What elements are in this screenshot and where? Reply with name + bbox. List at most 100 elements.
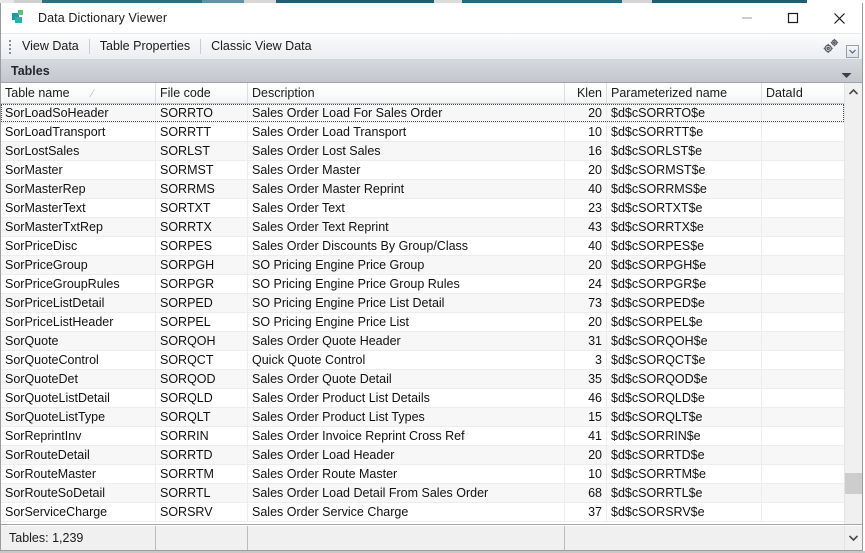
column-header-label: Table name — [5, 86, 70, 100]
toolbar-overflow-button[interactable] — [846, 45, 859, 58]
cell-dataid — [762, 332, 832, 350]
cell-klen: 16 — [565, 142, 607, 160]
table-row[interactable]: SorQuoteDet SORQOD Sales Order Quote Detai… — [1, 370, 844, 389]
table-row[interactable]: SorRouteDetail SORRTD Sales Order Load Hea… — [1, 446, 844, 465]
scroll-up-arrow-icon[interactable] — [845, 83, 862, 100]
cell-klen: 31 — [565, 332, 607, 350]
cell-param: $d$cSORRMS$e — [607, 180, 762, 198]
cell-dataid — [762, 446, 832, 464]
cell-desc: Sales Order Load For Sales Order — [248, 104, 565, 122]
cell-code: SORRTD — [156, 446, 248, 464]
minimize-button[interactable] — [724, 3, 770, 33]
cell-desc: Sales Order Text Reprint — [248, 218, 565, 236]
cell-desc: Quick Quote Control — [248, 351, 565, 369]
cell-desc: Sales Order Quote Header — [248, 332, 565, 350]
cell-name: SorLostSales — [1, 142, 156, 160]
cell-param: $d$cSORQCT$e — [607, 351, 762, 369]
close-button[interactable] — [816, 3, 862, 33]
window-title: Data Dictionary Viewer — [38, 11, 168, 25]
table-row[interactable]: SorPriceGroupRules SORPGR SO Pricing Engin… — [1, 275, 844, 294]
table-row[interactable]: SorPriceListHeader SORPEL SO Pricing Engin… — [1, 313, 844, 332]
maximize-button[interactable] — [770, 3, 816, 33]
column-header-file-code[interactable]: File code — [156, 83, 248, 103]
cell-klen: 10 — [565, 465, 607, 483]
cell-desc: Sales Order Quote Detail — [248, 370, 565, 388]
cell-desc: Sales Order Master — [248, 161, 565, 179]
cell-name: SorQuoteListType — [1, 408, 156, 426]
cell-param: $d$cSORQLT$e — [607, 408, 762, 426]
table-row[interactable]: SorMaster SORMST Sales Order Master 20 $d$cS… — [1, 161, 844, 180]
drag-grip-icon[interactable] — [6, 39, 14, 55]
table-row[interactable]: SorQuoteListDetail SORQLD Sales Order Prod… — [1, 389, 844, 408]
cell-klen: 10 — [565, 123, 607, 141]
window-controls — [724, 3, 862, 33]
column-header-klen[interactable]: Klen — [565, 83, 607, 103]
vertical-scrollbar[interactable] — [844, 83, 862, 524]
cell-dataid — [762, 294, 832, 312]
cell-dataid — [762, 142, 832, 160]
table-row[interactable]: SorReprintInv SORRIN Sales Order Invoice R… — [1, 427, 844, 446]
table-row[interactable]: SorPriceDisc SORPES Sales Order Discounts … — [1, 237, 844, 256]
toolbar-item-table-properties[interactable]: Table Properties — [92, 35, 198, 58]
column-header-parameterized-name[interactable]: Parameterized name — [607, 83, 762, 103]
cell-klen: 20 — [565, 256, 607, 274]
cell-dataid — [762, 237, 832, 255]
toolbar-item-view-data[interactable]: View Data — [14, 35, 87, 58]
cell-desc: SO Pricing Engine Price List Detail — [248, 294, 565, 312]
table-row[interactable]: SorRouteSoDetail SORRTL Sales Order Load D… — [1, 484, 844, 503]
cell-param: $d$cSORPED$e — [607, 294, 762, 312]
column-header-table-name[interactable]: Table name ∕ — [1, 83, 156, 103]
cell-name: SorServiceCharge — [1, 503, 156, 521]
cell-dataid — [762, 256, 832, 274]
cell-dataid — [762, 408, 832, 426]
table-row[interactable]: SorLoadSoHeader SORRTO Sales Order Load Fo… — [1, 104, 844, 123]
chevron-down-icon[interactable] — [841, 68, 852, 82]
cell-code: SORSRV — [156, 503, 248, 521]
column-header-description[interactable]: Description — [248, 83, 565, 103]
cell-param: $d$cSORRTL$e — [607, 484, 762, 502]
cell-code: SORPES — [156, 237, 248, 255]
cell-klen: 40 — [565, 237, 607, 255]
cell-name: SorMasterRep — [1, 180, 156, 198]
table-row[interactable]: SorQuoteControl SORQCT Quick Quote Control… — [1, 351, 844, 370]
cell-desc: SO Pricing Engine Price Group — [248, 256, 565, 274]
table-row[interactable]: SorQuoteListType SORQLT Sales Order Produc… — [1, 408, 844, 427]
cell-klen: 20 — [565, 104, 607, 122]
table-row[interactable]: SorMasterText SORTXT Sales Order Text 23 $d$… — [1, 199, 844, 218]
table-row[interactable]: SorRouteMaster SORRTM Sales Order Route Ma… — [1, 465, 844, 484]
status-cell-4 — [565, 526, 844, 550]
cell-desc: Sales Order Load Detail From Sales Order — [248, 484, 565, 502]
table-row[interactable]: SorServiceCharge SORSRV Sales Order Servic… — [1, 503, 844, 522]
table-row[interactable]: SorLostSales SORLST Sales Order Lost Sales… — [1, 142, 844, 161]
cell-dataid — [762, 389, 832, 407]
table-row[interactable]: SorMasterRep SORRMS Sales Order Master Rep… — [1, 180, 844, 199]
toolbar-item-classic-view-data[interactable]: Classic View Data — [203, 35, 320, 58]
cell-code: SORTXT — [156, 199, 248, 217]
table-row[interactable]: SorPriceGroup SORPGH SO Pricing Engine Pri… — [1, 256, 844, 275]
column-header-dataid[interactable]: DataId — [762, 83, 832, 103]
table-row[interactable]: SorPriceListDetail SORPED SO Pricing Engin… — [1, 294, 844, 313]
scrollbar-thumb[interactable] — [845, 473, 862, 495]
cell-code: SORPGR — [156, 275, 248, 293]
gears-icon[interactable] — [822, 37, 840, 58]
cell-dataid — [762, 123, 832, 141]
cell-param: $d$cSORPGR$e — [607, 275, 762, 293]
table-row[interactable]: SorLoadTransport SORRTT Sales Order Load T… — [1, 123, 844, 142]
cell-dataid — [762, 313, 832, 331]
cell-desc: Sales Order Route Master — [248, 465, 565, 483]
cell-name: SorLoadSoHeader — [1, 104, 156, 122]
cell-klen: 20 — [565, 313, 607, 331]
cell-dataid — [762, 503, 832, 521]
cell-param: $d$cSORRTM$e — [607, 465, 762, 483]
scroll-down-arrow-icon[interactable] — [844, 526, 862, 550]
cell-param: $d$cSORQLD$e — [607, 389, 762, 407]
cell-code: SORQOH — [156, 332, 248, 350]
table-row[interactable]: SorMasterTxtRep SORRTX Sales Order Text Re… — [1, 218, 844, 237]
cell-param: $d$cSORQOD$e — [607, 370, 762, 388]
cell-klen: 20 — [565, 446, 607, 464]
section-header-tables[interactable]: Tables — [1, 60, 862, 83]
scrollbar-track[interactable] — [845, 100, 862, 524]
table-row[interactable]: SorQuote SORQOH Sales Order Quote Header 31… — [1, 332, 844, 351]
cell-klen: 41 — [565, 427, 607, 445]
cell-param: $d$cSORPGH$e — [607, 256, 762, 274]
